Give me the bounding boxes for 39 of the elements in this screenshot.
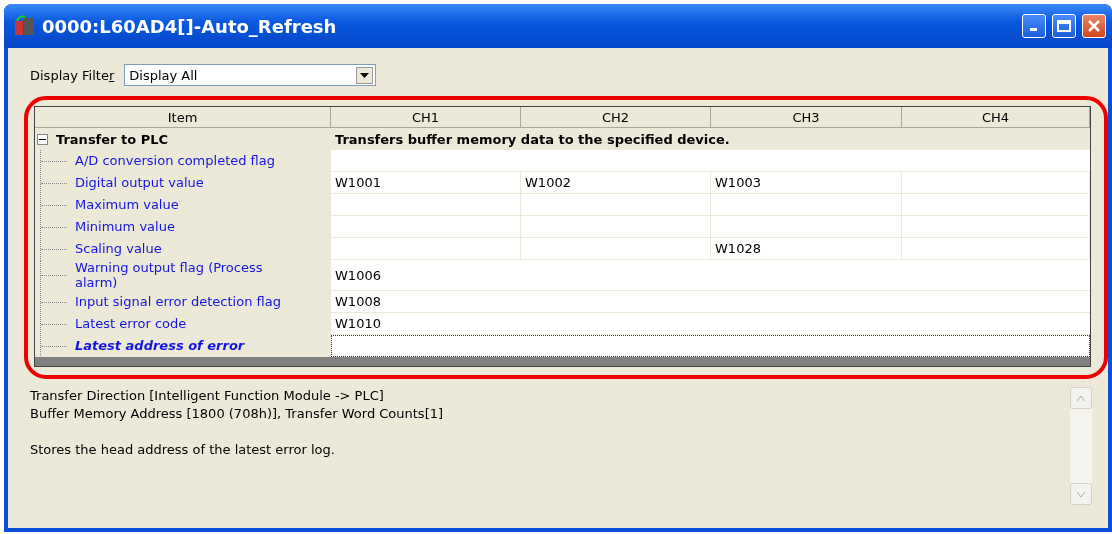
- column-header[interactable]: Item: [35, 107, 331, 128]
- value-cell[interactable]: W1008: [331, 291, 1090, 313]
- group-label: Transfer to PLC: [56, 131, 169, 147]
- column-header[interactable]: CH3: [711, 107, 902, 128]
- item-label[interactable]: Minimum value: [35, 216, 331, 238]
- value-cell[interactable]: W1028: [711, 238, 902, 260]
- value-cell[interactable]: W1001: [331, 172, 521, 194]
- collapse-icon[interactable]: [37, 133, 48, 145]
- description-text: Buffer Memory Address [1800 (708h)], Transfer Word Counts[1]: [30, 405, 445, 423]
- minimize-button[interactable]: [1022, 14, 1046, 38]
- close-icon[interactable]: [1087, 19, 1101, 33]
- description-text: Transfer Direction [Intelligent Function Module -> PLC]: [30, 387, 385, 405]
- item-label[interactable]: Digital output value: [35, 172, 331, 194]
- scrollbar[interactable]: [1070, 387, 1092, 505]
- item-label[interactable]: A/D conversion completed flag: [35, 150, 331, 172]
- item-label[interactable]: Scaling value: [35, 238, 331, 260]
- description-text: Stores the head address of the latest error log.: [30, 441, 336, 459]
- display-filter-dropdown[interactable]: Display All: [124, 64, 377, 86]
- app-icon: [14, 15, 36, 37]
- scroll-down-icon[interactable]: [1070, 483, 1092, 505]
- window-title: 0000:L60AD4[]-Auto_Refresh: [42, 15, 338, 37]
- item-label[interactable]: Warning output flag (Process alarm): [35, 260, 331, 291]
- column-header[interactable]: CH4: [902, 107, 1090, 128]
- item-label[interactable]: Latest error code: [35, 313, 331, 335]
- column-header[interactable]: CH1: [331, 107, 521, 128]
- value-cell[interactable]: W1006: [331, 260, 1090, 291]
- column-header[interactable]: CH2: [521, 107, 711, 128]
- value-cell[interactable]: W1003: [711, 172, 902, 194]
- item-label[interactable]: Latest address of error: [35, 335, 331, 357]
- item-label[interactable]: Input signal error detection flag: [35, 291, 331, 313]
- close-button[interactable]: [1082, 14, 1106, 38]
- maximize-icon[interactable]: [1057, 20, 1071, 32]
- filter-label: Display Filter: [30, 67, 115, 83]
- value-cell[interactable]: W1010: [331, 313, 1090, 335]
- value-cell[interactable]: W1002: [521, 172, 711, 194]
- group-description: Transfers buffer memory data to the specified device.: [331, 128, 1090, 150]
- maximize-button[interactable]: [1052, 14, 1076, 38]
- scroll-up-icon[interactable]: [1070, 387, 1092, 409]
- item-label[interactable]: Maximum value: [35, 194, 331, 216]
